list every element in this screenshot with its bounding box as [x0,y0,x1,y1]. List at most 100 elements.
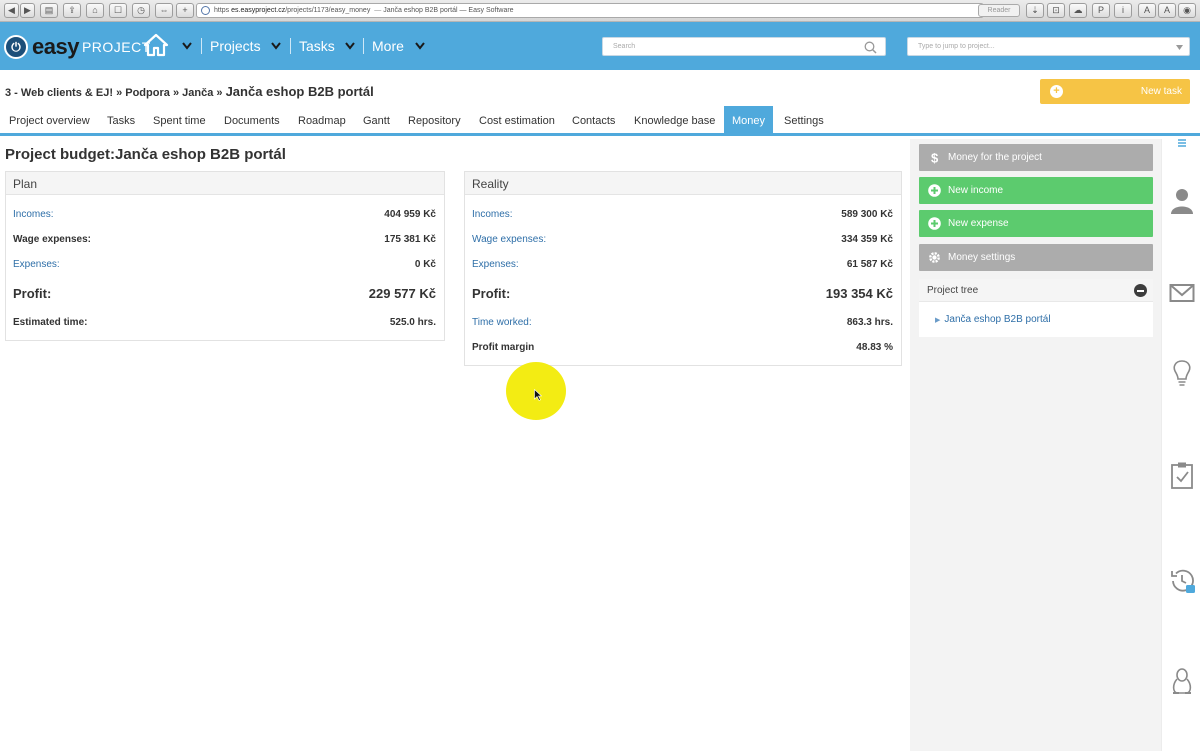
tab-tasks[interactable]: Tasks [107,106,135,134]
tab-knowledge-base[interactable]: Knowledge base [634,106,715,134]
search-placeholder: Search [613,43,636,50]
bookmarks-icon[interactable]: ☐ [109,3,127,18]
new-expense-button[interactable]: New expense [919,210,1153,237]
reality-panel: Reality Incomes: 589 300 Kč Wage expense… [464,171,902,366]
nav-divider [363,38,364,54]
history-clock-icon[interactable] [1169,567,1195,595]
reality-panel-title: Reality [465,172,901,195]
tab-cost-estimation[interactable]: Cost estimation [479,106,555,134]
browser-toolbar: ◀ ▶ ▤ ⇪ ⌂ ☐ ◷ ⇔ + https es.easyproject.c… [0,0,1200,22]
menu-icon[interactable] [1169,137,1195,151]
plan-profit-row: Profit: 229 577 Kč [13,286,436,301]
project-tree-item-label: Janča eshop B2B portál [944,314,1051,325]
reality-time-link[interactable]: Time worked: [472,317,532,328]
tab-roadmap[interactable]: Roadmap [298,106,346,134]
extension-c-icon[interactable]: ◉ [1178,3,1196,18]
font-larger-icon[interactable]: A [1158,3,1176,18]
tree-expand-icon[interactable]: ▶ [935,317,940,324]
tabs-icon[interactable]: ⇔ [155,3,173,18]
new-expense-label: New expense [948,218,1009,229]
tab-project-overview[interactable]: Project overview [9,106,90,134]
new-tab-icon[interactable]: + [176,3,194,18]
nav-projects[interactable]: Projects [210,38,261,54]
more-chevron-down-icon[interactable] [415,42,425,50]
nav-tasks[interactable]: Tasks [299,38,335,54]
forward-icon[interactable]: ▶ [20,3,35,18]
tab-settings[interactable]: Settings [784,106,824,134]
project-tree-header: Project tree [919,279,1153,302]
projects-chevron-down-icon[interactable] [271,42,281,50]
url-host: es.easyproject.cz [231,7,286,14]
collapse-icon[interactable] [1134,284,1147,297]
new-task-button[interactable]: + New task [1040,79,1190,104]
extension-i-icon[interactable]: i [1114,3,1132,18]
url-scheme: https [214,7,230,14]
logo-text-project: PROJECT [81,39,151,55]
home-browser-icon[interactable]: ⌂ [86,3,104,18]
plan-time-row: Estimated time: 525.0 hrs. [13,317,436,328]
reality-expenses-link[interactable]: Expenses: [472,259,519,270]
tasks-chevron-down-icon[interactable] [345,42,355,50]
breadcrumb-item[interactable]: Janča [182,87,213,99]
new-income-label: New income [948,185,1004,196]
reality-wage-row: Wage expenses: 334 359 Kč [472,234,893,245]
plus-circle-icon [928,217,941,230]
reality-profit-label: Profit: [472,286,511,301]
tab-money[interactable]: Money [724,106,774,134]
new-income-button[interactable]: New income [919,177,1153,204]
search-input[interactable]: Search [602,37,886,56]
new-task-label: New task [1140,86,1182,97]
breadcrumb-item[interactable]: 3 - Web clients & EJ! [5,87,113,99]
tab-documents[interactable]: Documents [224,106,280,134]
money-settings-label: Money settings [948,252,1016,263]
clipboard-check-icon[interactable] [1169,461,1195,489]
cloud-icon[interactable]: ☁ [1069,3,1087,18]
gear-icon [929,252,940,263]
extension-icon[interactable]: ⊡ [1047,3,1065,18]
extension-p-icon[interactable]: P [1092,3,1110,18]
project-tree-title: Project tree [927,285,979,296]
home-icon[interactable] [143,33,169,57]
tab-contacts[interactable]: Contacts [572,106,615,134]
mail-icon[interactable] [1169,279,1195,307]
back-icon[interactable]: ◀ [4,3,19,18]
tab-spent-time[interactable]: Spent time [153,106,206,134]
plan-incomes-link[interactable]: Incomes: [13,209,54,220]
tab-gantt[interactable]: Gantt [363,106,390,134]
reality-incomes-value: 589 300 Kč [841,209,893,220]
sidebar-toggle-icon[interactable]: ▤ [40,3,58,18]
plan-wage-label: Wage expenses: [13,234,91,245]
plan-incomes-value: 404 959 Kč [384,209,436,220]
page-title: Project budget:Janča eshop B2B portál [5,146,286,163]
search-icon[interactable] [864,41,877,54]
reality-wage-link[interactable]: Wage expenses: [472,234,546,245]
lightbulb-icon[interactable] [1169,359,1195,387]
linux-tux-icon[interactable] [1169,667,1195,695]
reader-button[interactable]: Reader [978,4,1020,17]
reality-wage-value: 334 359 Kč [841,234,893,245]
plan-panel-title: Plan [6,172,444,195]
home-chevron-down-icon[interactable] [182,42,192,50]
share-icon[interactable]: ⇪ [63,3,81,18]
reality-time-row: Time worked: 863.3 hrs. [472,317,893,328]
money-for-project-button[interactable]: $ Money for the project [919,144,1153,171]
plan-expenses-link[interactable]: Expenses: [13,259,60,270]
breadcrumb-item[interactable]: Podpora [125,87,170,99]
easy-project-logo[interactable]: ⏻ easy PROJECT [4,34,151,60]
reality-profit-value: 193 354 Kč [825,286,893,301]
svg-text:$: $ [931,151,939,164]
address-bar[interactable]: https es.easyproject.cz /projects/1173/e… [196,3,984,18]
downloads-icon[interactable]: ⇣ [1026,3,1044,18]
nav-more[interactable]: More [372,38,404,54]
jump-to-project-select[interactable]: Type to jump to project... [907,37,1190,56]
plan-time-label: Estimated time: [13,317,88,328]
reality-incomes-link[interactable]: Incomes: [472,209,513,220]
money-settings-button[interactable]: Money settings [919,244,1153,271]
plan-profit-value: 229 577 Kč [368,286,436,301]
font-smaller-icon[interactable]: A [1138,3,1156,18]
user-icon[interactable] [1169,187,1195,215]
history-icon[interactable]: ◷ [132,3,150,18]
nav-divider [201,38,202,54]
tab-repository[interactable]: Repository [408,106,461,134]
project-tree-item[interactable]: ▶ Janča eshop B2B portál [935,314,1051,325]
